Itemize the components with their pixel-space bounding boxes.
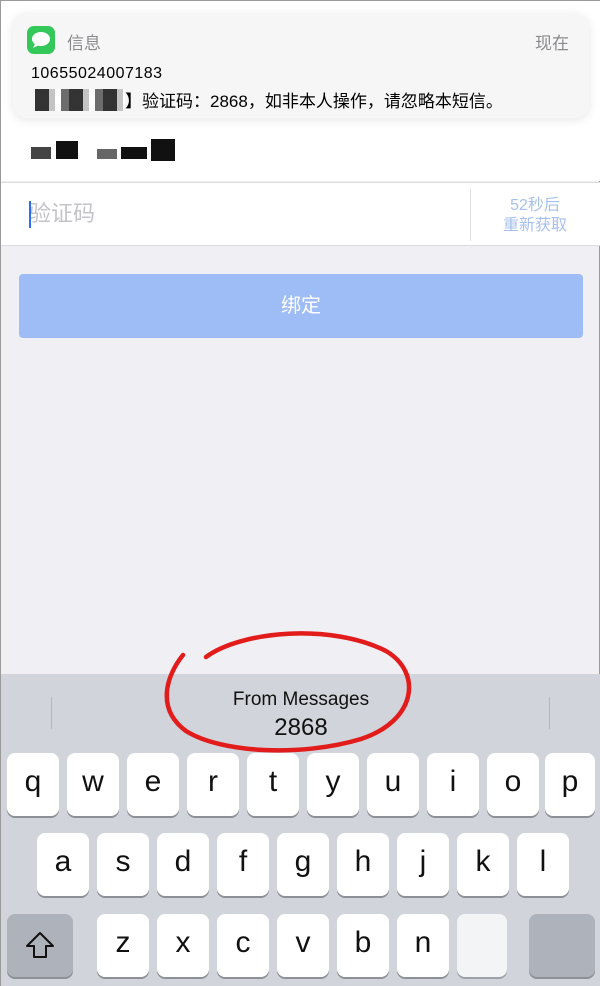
key-f[interactable]: f xyxy=(217,833,269,896)
resend-countdown: 52秒后 xyxy=(510,197,560,214)
key-j[interactable]: j xyxy=(397,833,449,896)
text-cursor xyxy=(29,201,31,228)
key-r[interactable]: r xyxy=(187,753,239,816)
key-q[interactable]: q xyxy=(7,753,59,816)
key-d[interactable]: d xyxy=(157,833,209,896)
key-l[interactable]: l xyxy=(517,833,569,896)
verification-code-input[interactable] xyxy=(29,197,449,231)
key-n[interactable]: n xyxy=(397,914,449,977)
key-a[interactable]: a xyxy=(37,833,89,896)
shift-icon xyxy=(26,932,54,958)
notification-message: 】验证码：2868，如非本人操作，请忽略本短信。 xyxy=(35,87,503,112)
key-s[interactable]: s xyxy=(97,833,149,896)
redacted-account-info xyxy=(31,119,176,164)
shift-key[interactable] xyxy=(7,914,73,977)
key-u[interactable]: u xyxy=(367,753,419,816)
redacted-sender-name xyxy=(35,89,125,111)
key-v[interactable]: v xyxy=(277,914,329,977)
key-z[interactable]: z xyxy=(97,914,149,977)
bind-button[interactable]: 绑定 xyxy=(19,274,583,338)
quicktype-separator xyxy=(549,697,550,729)
key-c[interactable]: c xyxy=(217,914,269,977)
messages-app-icon xyxy=(27,26,55,54)
key-x[interactable]: x xyxy=(157,914,209,977)
key-g[interactable]: g xyxy=(277,833,329,896)
key-b[interactable]: b xyxy=(337,914,389,977)
key-p[interactable]: p xyxy=(545,753,595,816)
key-t[interactable]: t xyxy=(247,753,299,816)
resend-code-button[interactable]: 52秒后 重新获取 xyxy=(479,196,591,236)
delete-key[interactable] xyxy=(529,914,595,977)
key-o[interactable]: o xyxy=(487,753,539,816)
key-i[interactable]: i xyxy=(427,753,479,816)
notification-time: 现在 xyxy=(535,34,569,53)
key-y[interactable]: y xyxy=(307,753,359,816)
key-m[interactable] xyxy=(457,914,507,977)
divider xyxy=(470,189,471,241)
resend-label: 重新获取 xyxy=(502,217,567,234)
key-w[interactable]: w xyxy=(67,753,119,816)
red-annotation-circle xyxy=(164,631,412,753)
key-k[interactable]: k xyxy=(457,833,509,896)
notification-app-name: 信息 xyxy=(67,34,101,53)
key-h[interactable]: h xyxy=(337,833,389,896)
message-bracket-close: 】 xyxy=(125,92,142,111)
notification-sender: 10655024007183 xyxy=(31,65,163,82)
quicktype-separator xyxy=(51,697,52,729)
message-text: 验证码：2868，如非本人操作，请忽略本短信。 xyxy=(142,92,503,111)
key-e[interactable]: e xyxy=(127,753,179,816)
sms-notification-banner[interactable]: 信息 现在 10655024007183 】验证码：2868，如非本人操作，请忽… xyxy=(13,13,589,118)
